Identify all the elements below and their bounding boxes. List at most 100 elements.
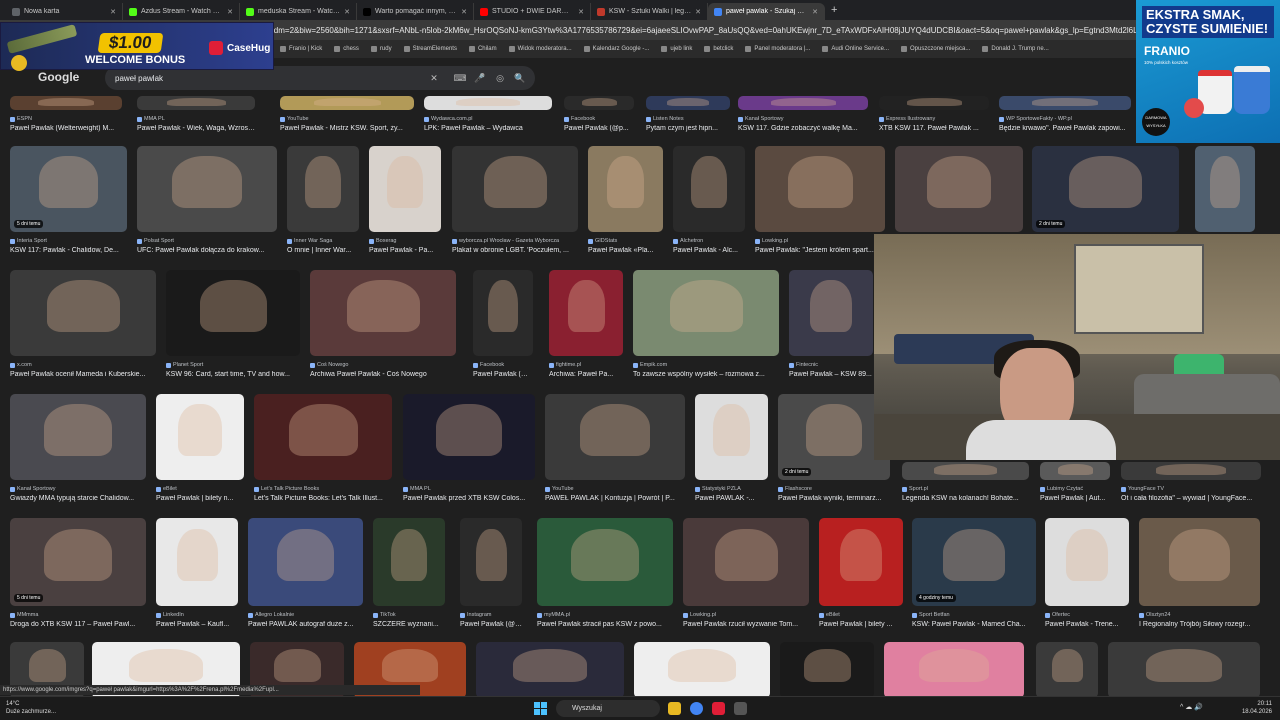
image-source[interactable]: Lowking.pl (683, 612, 809, 618)
image-thumbnail[interactable] (755, 146, 885, 232)
image-thumbnail[interactable] (137, 96, 255, 110)
tab-6[interactable]: paweł pawlak - Szukaj w Google ✕ (708, 3, 825, 20)
image-thumbnail[interactable] (634, 642, 770, 696)
image-thumbnail[interactable] (10, 270, 156, 356)
image-source[interactable]: GIDStats (588, 238, 663, 244)
image-thumbnail[interactable] (369, 146, 441, 232)
image-title[interactable]: SZCZERE wyznani... (373, 621, 445, 628)
image-source[interactable]: fightime.pl (549, 362, 623, 368)
tab-close-icon[interactable]: ✕ (695, 8, 701, 16)
image-result[interactable]: Polsat Sport UFC: Paweł Pawlak dołącza do… (137, 146, 277, 264)
image-result[interactable]: Allegro Lokalnie Paweł PAWLAK autograf du… (248, 518, 363, 638)
image-thumbnail[interactable] (1036, 642, 1098, 696)
image-source[interactable]: Allegro Lokalnie (248, 612, 363, 618)
image-result[interactable] (1036, 642, 1098, 696)
image-source[interactable]: YouTube (280, 116, 414, 122)
image-thumbnail[interactable]: 4 godziny temu (912, 518, 1036, 606)
image-thumbnail[interactable] (137, 146, 277, 232)
bookmark-item[interactable]: StreamElements (403, 46, 457, 52)
image-title[interactable]: Paweł Pawlak - Wiek, Waga, Wzrost, ... (137, 125, 255, 132)
image-source[interactable]: Interia Sport (10, 238, 127, 244)
image-title[interactable]: KSW 96: Card, start time, TV and how... (166, 371, 300, 378)
image-source[interactable]: Kanał Sportowy (738, 116, 868, 122)
bookmark-item[interactable]: Kalendarz Google -... (583, 46, 649, 52)
image-source[interactable]: Kanał Sportowy (10, 486, 146, 492)
image-result[interactable]: Ofertec Paweł Pawlak - Trene... (1045, 518, 1129, 638)
image-result[interactable]: 5 dni temu Interia Sport KSW 117: Pawlak -… (10, 146, 127, 264)
image-source[interactable]: Lubimy Czytać (1040, 486, 1110, 492)
image-title[interactable]: Paweł Pawlak | bilety n... (156, 495, 244, 502)
image-source[interactable]: Ofertec (1045, 612, 1129, 618)
weather-widget[interactable]: 14°C Duże zachmurze... (6, 700, 56, 716)
image-thumbnail[interactable] (156, 518, 238, 606)
tab-5[interactable]: KSW - Sztuki Walki | legalny bukmacher ✕ (591, 3, 708, 20)
image-thumbnail[interactable] (999, 96, 1131, 110)
image-thumbnail[interactable] (1040, 462, 1110, 480)
image-thumbnail[interactable] (460, 518, 522, 606)
image-thumbnail[interactable]: 2 dni temu (1032, 146, 1179, 232)
image-source[interactable]: eBilet (156, 486, 244, 492)
image-title[interactable]: Pytam czym jest hipn... (646, 125, 730, 132)
image-title[interactable]: Droga do XTB KSW 117 – Paweł Pawl... (10, 621, 146, 628)
bookmark-item[interactable]: ujeb link (661, 46, 692, 52)
image-result[interactable] (884, 642, 1024, 696)
image-title[interactable]: Paweł Pawlak – KSW 89... (789, 371, 873, 378)
image-result[interactable]: YouTube PAWEŁ PAWLAK | Kontuzja | Powrót … (545, 394, 685, 512)
tab-4[interactable]: STUDIO + DWIE DARMOWE... ✕ (474, 3, 591, 20)
image-result[interactable]: Coś Nowego Archiwa Paweł Pawlak - Coś Now… (310, 270, 456, 388)
image-source[interactable]: Boxerag (369, 238, 441, 244)
image-source[interactable]: MMA PL (137, 116, 255, 122)
image-result[interactable]: ESPN Paweł Pawlak (Welterweight) M... (10, 96, 122, 142)
image-thumbnail[interactable] (403, 394, 535, 480)
image-thumbnail[interactable] (673, 146, 745, 232)
image-title[interactable]: Paweł Pawlak | Aut... (1040, 495, 1110, 502)
image-thumbnail[interactable] (254, 394, 392, 480)
image-title[interactable]: Paweł Pawlak | bilety ... (819, 621, 903, 628)
image-result[interactable]: Statystyki PZLA Paweł PAWLAK -... (695, 394, 768, 512)
image-result[interactable]: WP SportoweFakty - WP.pl Będzie krwawo". … (999, 96, 1131, 142)
image-thumbnail[interactable] (884, 642, 1024, 696)
image-thumbnail[interactable] (473, 270, 533, 356)
image-title[interactable]: Będzie krwawo". Paweł Pawlak zapowi... (999, 125, 1131, 132)
image-title[interactable]: Paweł Pawlak - Trene... (1045, 621, 1129, 628)
image-result[interactable]: YouTube Paweł Pawlak - Mistrz KSW. Sport,… (280, 96, 414, 142)
image-thumbnail[interactable] (789, 270, 873, 356)
image-thumbnail[interactable]: 5 dni temu (10, 146, 127, 232)
image-result[interactable] (1108, 642, 1260, 696)
image-title[interactable]: Archiwa Paweł Pawlak - Coś Nowego (310, 371, 456, 378)
image-title[interactable]: PAWEŁ PAWLAK | Kontuzja | Powrót | P... (545, 495, 685, 502)
image-thumbnail[interactable] (683, 518, 809, 606)
image-title[interactable]: Plakat w obronie LGBT. 'Poczułem, ... (452, 247, 578, 254)
image-result[interactable] (476, 642, 624, 696)
icecream-ad-overlay[interactable]: EKSTRA SMAK, CZYSTE SUMIENIE! FRANIO 10%… (1136, 0, 1280, 143)
image-thumbnail[interactable] (373, 518, 445, 606)
taskbar-search[interactable]: Wyszukaj (556, 700, 660, 717)
url-text[interactable]: ...640&udm=2&biw=2560&bih=1271&sxsrf=ANb… (244, 26, 1144, 35)
image-title[interactable]: Paweł Pawlak - Alc... (673, 247, 745, 254)
image-title[interactable]: Paweł Pawlak wyniki, terminarz... (778, 495, 890, 502)
windows-start-icon[interactable] (534, 702, 547, 715)
image-result[interactable]: GIDStats Paweł Pawlak «Pla... (588, 146, 663, 264)
image-source[interactable]: x.com (10, 362, 156, 368)
image-thumbnail[interactable] (902, 462, 1029, 480)
tab-close-icon[interactable]: ✕ (461, 8, 467, 16)
image-source[interactable]: myMMA.pl (537, 612, 673, 618)
image-result[interactable]: Instagram Paweł Pawlak (@p... (460, 518, 522, 638)
image-thumbnail[interactable] (166, 270, 300, 356)
image-source[interactable]: LinkedIn (156, 612, 238, 618)
image-thumbnail[interactable] (549, 270, 623, 356)
image-source[interactable]: WP SportoweFakty - WP.pl (999, 116, 1131, 122)
image-result[interactable]: 4 godziny temu Sport Betfan KSW: Paweł Paw… (912, 518, 1036, 638)
image-thumbnail[interactable] (564, 96, 634, 110)
image-source[interactable]: Sport Betfan (912, 612, 1036, 618)
image-result[interactable]: Lowking.pl Paweł Pawlak rzucił wyzwanie T… (683, 518, 809, 638)
image-source[interactable]: wyborcza.pl Wrocław - Gazeta Wyborcza (452, 238, 578, 244)
image-source[interactable]: Let's Talk Picture Books (254, 486, 392, 492)
image-source[interactable]: Statystyki PZLA (695, 486, 768, 492)
image-result[interactable]: Kanał Sportowy Gwiazdy MMA typują starcie… (10, 394, 146, 512)
image-source[interactable]: Empik.com (633, 362, 779, 368)
image-thumbnail[interactable] (452, 146, 578, 232)
image-result[interactable]: LinkedIn Paweł Pawlak – Kaufl... (156, 518, 238, 638)
image-title[interactable]: Archiwa: Paweł Pa... (549, 371, 623, 378)
image-thumbnail[interactable] (633, 270, 779, 356)
